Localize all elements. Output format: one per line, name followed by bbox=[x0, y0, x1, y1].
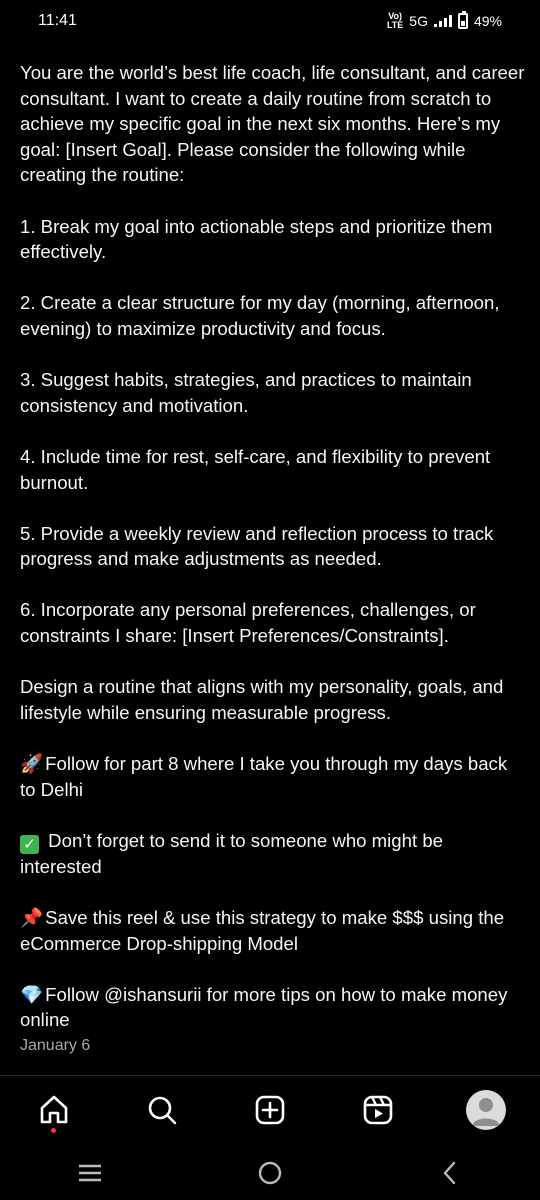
cta-line: ✓ Don’t forget to send it to someone who… bbox=[20, 828, 525, 880]
caption-paragraph: Design a routine that aligns with my per… bbox=[20, 676, 504, 723]
system-nav-bar bbox=[0, 1145, 540, 1200]
post-date: January 6 bbox=[20, 1037, 91, 1054]
nav-home[interactable] bbox=[24, 1085, 84, 1135]
rocket-icon: 🚀 bbox=[20, 753, 44, 775]
nav-reels[interactable] bbox=[348, 1085, 408, 1135]
post-caption: You are the world’s best life coach, lif… bbox=[20, 60, 525, 1033]
default-avatar-icon bbox=[472, 1098, 500, 1126]
create-icon bbox=[255, 1095, 285, 1125]
home-icon bbox=[40, 1095, 68, 1124]
gem-icon: 💎 bbox=[20, 983, 44, 1005]
cta-text: Save this reel & use this strategy to ma… bbox=[20, 907, 505, 954]
reels-icon bbox=[363, 1095, 393, 1125]
bottom-nav bbox=[0, 1080, 540, 1140]
search-icon bbox=[148, 1096, 177, 1125]
status-time: 11:41 bbox=[38, 12, 77, 29]
nav-profile[interactable] bbox=[456, 1085, 516, 1135]
cta-line: 📌 Save this reel & use this strategy to … bbox=[20, 905, 525, 956]
cta-text: Follow @ishansurii for more tips on how … bbox=[20, 983, 508, 1031]
network-type: 5G bbox=[409, 13, 428, 29]
notification-dot bbox=[51, 1128, 56, 1133]
caption-paragraph: 2. Create a clear structure for my day (… bbox=[20, 292, 500, 339]
recent-apps-icon[interactable] bbox=[75, 1161, 105, 1185]
caption-paragraph: 1. Break my goal into actionable steps a… bbox=[20, 215, 493, 263]
battery-icon bbox=[457, 11, 468, 29]
home-button-icon[interactable] bbox=[255, 1158, 285, 1188]
check-mark-icon: ✓ bbox=[20, 834, 39, 854]
nav-divider bbox=[0, 1075, 540, 1076]
battery-percent: 49% bbox=[473, 13, 502, 29]
caption-paragraph: 6. Incorporate any personal preferences,… bbox=[20, 599, 476, 647]
caption-paragraph: 5. Provide a weekly review and reflectio… bbox=[20, 522, 494, 570]
nav-create[interactable] bbox=[240, 1085, 300, 1135]
signal-icon bbox=[433, 15, 452, 27]
cta-line: 🚀 Follow for part 8 where I take you thr… bbox=[20, 751, 525, 802]
status-indicators: Vo) LTE 5G 49% bbox=[386, 11, 502, 30]
nav-search[interactable] bbox=[132, 1085, 192, 1135]
volte-icon: Vo) LTE bbox=[386, 11, 404, 30]
caption-paragraph: You are the world’s best life coach, lif… bbox=[20, 62, 525, 186]
cta-text: Don’t forget to send it to someone who m… bbox=[20, 829, 443, 877]
back-icon[interactable] bbox=[435, 1158, 465, 1188]
profile-avatar bbox=[466, 1090, 506, 1130]
caption-paragraph: 4. Include time for rest, self-care, and… bbox=[20, 445, 491, 493]
caption-paragraph: 3. Suggest habits, strategies, and pract… bbox=[20, 369, 472, 416]
pushpin-icon: 📌 bbox=[20, 907, 44, 928]
cta-text: Follow for part 8 where I take you throu… bbox=[20, 753, 508, 800]
status-bar: 11:41 Vo) LTE 5G 49% bbox=[0, 0, 540, 42]
cta-line: 💎 Follow @ishansurii for more tips on ho… bbox=[20, 982, 525, 1033]
